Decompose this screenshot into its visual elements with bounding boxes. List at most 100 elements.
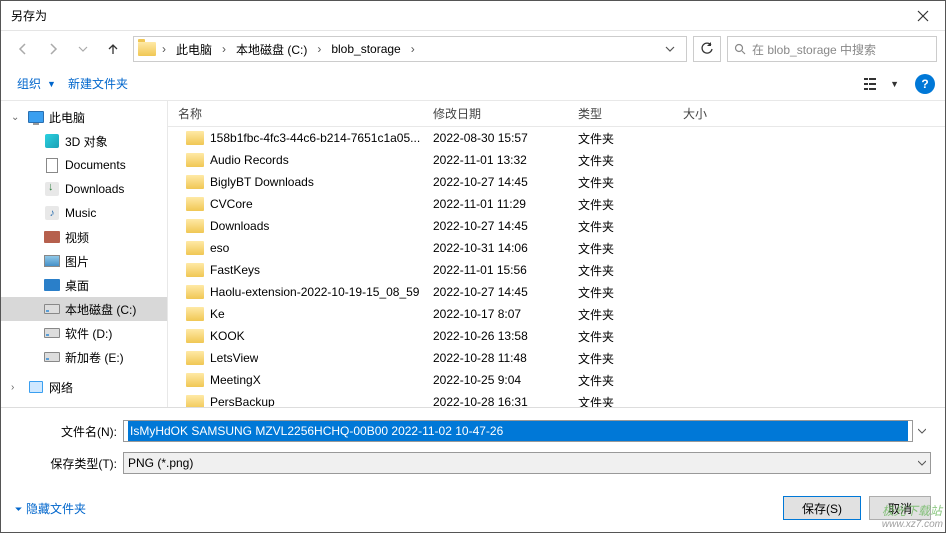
file-type: 文件夹 xyxy=(568,350,673,367)
file-date: 2022-11-01 11:29 xyxy=(423,197,568,211)
file-date: 2022-10-28 16:31 xyxy=(423,395,568,407)
folder-icon xyxy=(186,263,204,277)
disk-icon xyxy=(43,300,61,318)
save-dialog: 另存为 › 此电脑 › 本地磁盘 (C:) › blob_storage › xyxy=(0,0,946,533)
img-icon xyxy=(43,252,61,270)
sidebar-item[interactable]: ›网络 xyxy=(1,375,167,399)
desk-icon xyxy=(43,276,61,294)
file-type: 文件夹 xyxy=(568,130,673,147)
search-placeholder: 在 blob_storage 中搜索 xyxy=(752,41,876,58)
column-type[interactable]: 类型 xyxy=(568,101,673,126)
filename-value[interactable] xyxy=(128,421,908,441)
file-row[interactable]: eso2022-10-31 14:06文件夹 xyxy=(168,237,945,259)
column-size[interactable]: 大小 xyxy=(673,101,945,126)
breadcrumb-drive[interactable]: 本地磁盘 (C:) xyxy=(232,39,311,60)
file-type: 文件夹 xyxy=(568,174,673,191)
expand-icon[interactable]: › xyxy=(11,382,23,393)
hide-folders-button[interactable]: 🞃 隐藏文件夹 xyxy=(15,500,86,517)
sidebar-item[interactable]: Downloads xyxy=(1,177,167,201)
file-name: FastKeys xyxy=(210,263,260,277)
folder-icon xyxy=(186,351,204,365)
sidebar-item[interactable]: 软件 (D:) xyxy=(1,321,167,345)
breadcrumb-folder[interactable]: blob_storage xyxy=(327,40,404,58)
file-name: eso xyxy=(210,241,229,255)
sidebar-item[interactable]: 新加卷 (E:) xyxy=(1,345,167,369)
expand-icon[interactable]: ⌄ xyxy=(11,112,23,123)
column-headers: 名称 修改日期 类型 大小 xyxy=(168,101,945,127)
file-name: Downloads xyxy=(210,219,269,233)
chevron-down-icon xyxy=(918,459,926,467)
file-row[interactable]: PersBackup2022-10-28 16:31文件夹 xyxy=(168,391,945,407)
chevron-down-icon xyxy=(918,427,926,435)
main-area: ⌄此电脑3D 对象DocumentsDownloads♪Music视频图片桌面本… xyxy=(1,101,945,408)
address-dropdown[interactable] xyxy=(658,37,682,61)
file-name: Audio Records xyxy=(210,153,289,167)
file-row[interactable]: LetsView2022-10-28 11:48文件夹 xyxy=(168,347,945,369)
organize-dropdown-icon[interactable]: ▼ xyxy=(47,79,62,89)
column-name[interactable]: 名称 xyxy=(168,101,423,126)
refresh-button[interactable] xyxy=(693,36,721,62)
filetype-combo[interactable]: PNG (*.png) xyxy=(123,452,931,474)
file-type: 文件夹 xyxy=(568,240,673,257)
view-options-button[interactable]: ▼ xyxy=(856,73,907,95)
sidebar-label: 桌面 xyxy=(65,277,89,294)
chevron-right-icon[interactable]: › xyxy=(407,42,419,56)
file-row[interactable]: Haolu-extension-2022-10-19-15_08_592022-… xyxy=(168,281,945,303)
disk-icon xyxy=(43,348,61,366)
file-row[interactable]: CVCore2022-11-01 11:29文件夹 xyxy=(168,193,945,215)
close-button[interactable] xyxy=(900,1,945,31)
back-button[interactable] xyxy=(9,37,37,61)
file-row[interactable]: FastKeys2022-11-01 15:56文件夹 xyxy=(168,259,945,281)
close-icon xyxy=(917,10,929,22)
up-button[interactable] xyxy=(99,37,127,61)
3d-icon xyxy=(43,132,61,150)
chevron-right-icon[interactable]: › xyxy=(218,42,230,56)
file-row[interactable]: Downloads2022-10-27 14:45文件夹 xyxy=(168,215,945,237)
vid-icon xyxy=(43,228,61,246)
file-row[interactable]: BiglyBT Downloads2022-10-27 14:45文件夹 xyxy=(168,171,945,193)
file-type: 文件夹 xyxy=(568,218,673,235)
file-type: 文件夹 xyxy=(568,196,673,213)
new-folder-button[interactable]: 新建文件夹 xyxy=(62,71,134,96)
sidebar-item[interactable]: 图片 xyxy=(1,249,167,273)
save-button[interactable]: 保存(S) xyxy=(783,496,861,520)
arrow-up-icon xyxy=(105,41,121,57)
file-name: Ke xyxy=(210,307,225,321)
address-bar[interactable]: › 此电脑 › 本地磁盘 (C:) › blob_storage › xyxy=(133,36,687,62)
sidebar-item[interactable]: ⌄ 此电脑 xyxy=(1,105,167,129)
forward-button[interactable] xyxy=(39,37,67,61)
breadcrumb-root[interactable]: 此电脑 xyxy=(172,39,216,60)
folder-icon xyxy=(186,153,204,167)
sidebar-item[interactable]: 桌面 xyxy=(1,273,167,297)
column-date[interactable]: 修改日期 xyxy=(423,101,568,126)
sidebar-item[interactable]: Documents xyxy=(1,153,167,177)
recent-button[interactable] xyxy=(69,37,97,61)
filename-input[interactable] xyxy=(123,420,913,442)
sidebar-item[interactable]: 本地磁盘 (C:) xyxy=(1,297,167,321)
arrow-right-icon xyxy=(45,41,61,57)
search-input[interactable]: 在 blob_storage 中搜索 xyxy=(727,36,937,62)
cancel-button[interactable]: 取消 xyxy=(869,496,931,520)
arrow-left-icon xyxy=(15,41,31,57)
chevron-down-icon xyxy=(665,44,675,54)
chevron-right-icon[interactable]: › xyxy=(313,42,325,56)
sidebar-item[interactable]: 视频 xyxy=(1,225,167,249)
file-row[interactable]: KOOK2022-10-26 13:58文件夹 xyxy=(168,325,945,347)
help-button[interactable]: ? xyxy=(915,74,935,94)
folder-icon xyxy=(186,285,204,299)
sidebar-label: Documents xyxy=(65,158,126,172)
file-date: 2022-11-01 13:32 xyxy=(423,153,568,167)
file-row[interactable]: Ke2022-10-17 8:07文件夹 xyxy=(168,303,945,325)
file-row[interactable]: MeetingX2022-10-25 9:04文件夹 xyxy=(168,369,945,391)
chevron-right-icon[interactable]: › xyxy=(158,42,170,56)
file-row[interactable]: 158b1fbc-4fc3-44c6-b214-7651c1a05...2022… xyxy=(168,127,945,149)
sidebar-item[interactable]: ♪Music xyxy=(1,201,167,225)
file-row[interactable]: Audio Records2022-11-01 13:32文件夹 xyxy=(168,149,945,171)
organize-button[interactable]: 组织 xyxy=(11,71,47,96)
file-name: LetsView xyxy=(210,351,258,365)
sidebar-label: 视频 xyxy=(65,229,89,246)
hide-folders-label: 隐藏文件夹 xyxy=(26,500,86,517)
sidebar-label: 此电脑 xyxy=(49,109,85,126)
filename-dropdown[interactable] xyxy=(913,427,931,435)
sidebar-item[interactable]: 3D 对象 xyxy=(1,129,167,153)
